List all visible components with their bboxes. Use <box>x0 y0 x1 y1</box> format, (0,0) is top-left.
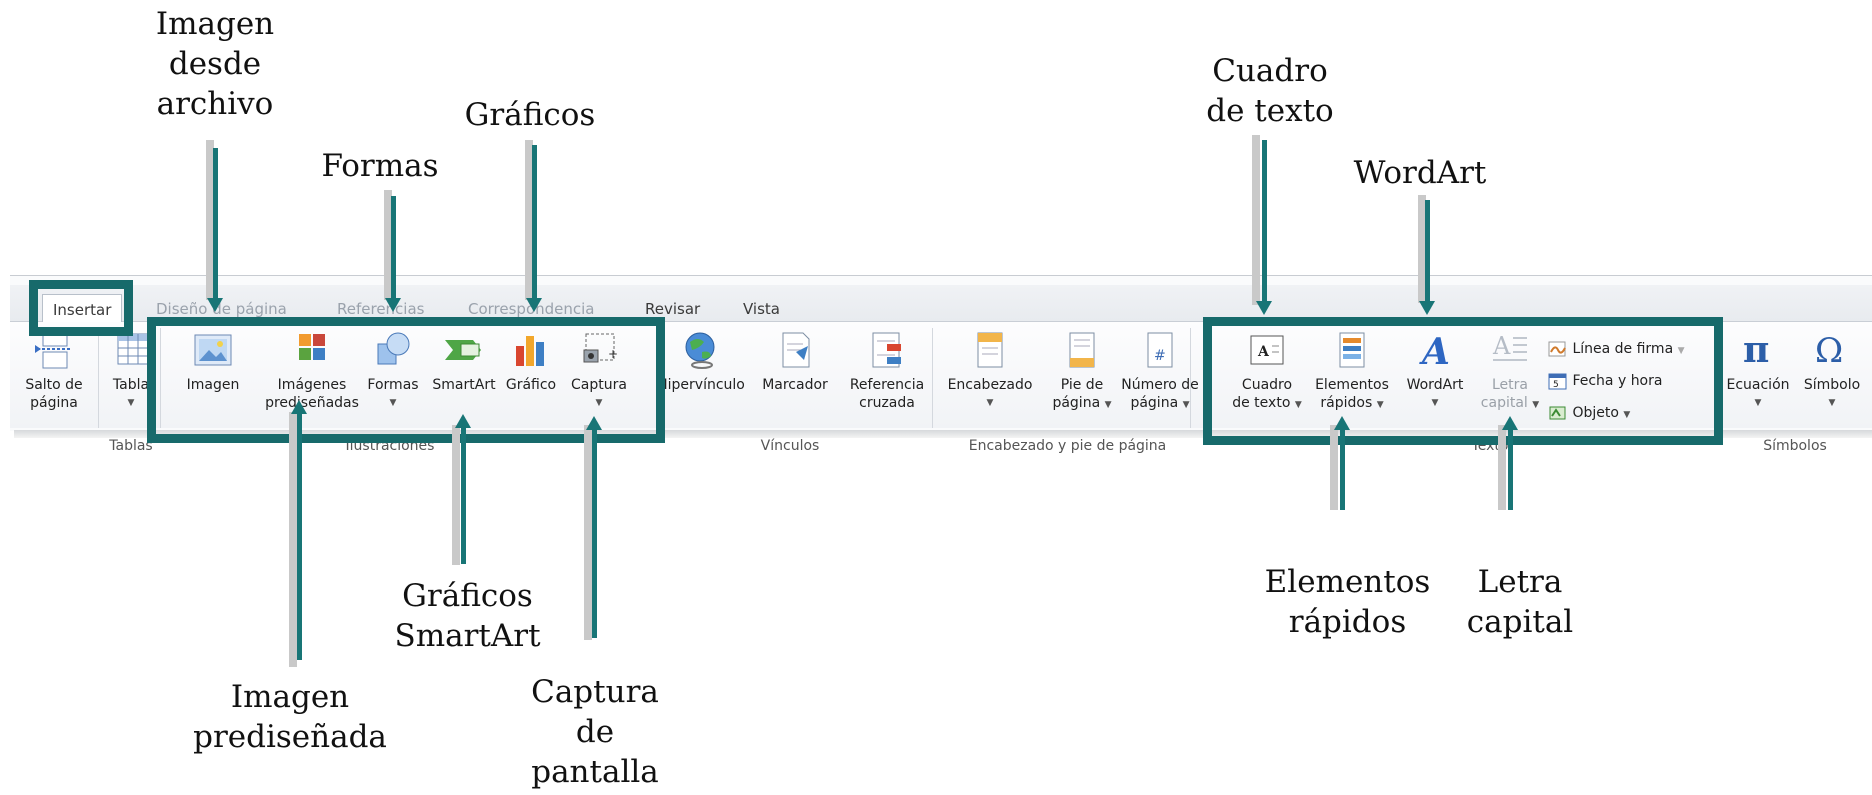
group-label-simbolos: Símbolos <box>1763 438 1827 454</box>
page-number-icon: # <box>1147 332 1173 368</box>
arrow-captura-de-pantalla <box>586 416 602 638</box>
annotation-formas: Formas <box>321 148 439 184</box>
hyperlink-globe-icon <box>685 332 715 369</box>
annotation-imagen-predisenada: Imagen prediseñada <box>193 679 387 755</box>
highlight-texto-group <box>1203 317 1723 445</box>
page-break-icon <box>35 331 71 369</box>
encabezado-button[interactable]: Encabezado ▼ <box>940 330 1040 412</box>
tab-referencias[interactable]: Referencias <box>337 300 424 318</box>
annotation-graficos-smartart: Gráficos SmartArt <box>394 578 541 654</box>
footer-icon <box>1069 332 1095 368</box>
annotation-imagen-desde-archivo: Imagen desde archivo <box>155 6 275 122</box>
arrow-shadow <box>1498 425 1506 510</box>
annotation-elementos-rapidos: Elementos rápidos <box>1264 564 1431 640</box>
group-label-encabezado: Encabezado y pie de página <box>968 438 1167 454</box>
referencia-cruzada-button[interactable]: Referencia cruzada <box>838 330 936 412</box>
cross-reference-icon <box>872 332 901 368</box>
tab-vista[interactable]: Vista <box>743 300 780 318</box>
arrow-imagen-desde-archivo <box>207 148 223 312</box>
arrow-shadow <box>289 412 297 667</box>
arrow-shadow <box>584 425 592 640</box>
salto-de-pagina-button[interactable]: Salto de página <box>14 330 94 412</box>
arrow-formas <box>385 196 401 312</box>
marcador-button[interactable]: Marcador <box>752 330 838 394</box>
omega-icon: Ω <box>1815 331 1843 370</box>
annotation-cuadro-de-texto: Cuadro de texto <box>1206 53 1334 129</box>
pi-icon: π <box>1743 330 1769 370</box>
svg-text:#: # <box>1154 348 1166 364</box>
annotation-captura-de-pantalla: Captura de pantalla <box>531 674 659 790</box>
group-separator <box>98 328 99 428</box>
arrow-letra-capital <box>1502 416 1518 510</box>
header-icon <box>977 332 1003 368</box>
arrow-graficos <box>526 145 542 312</box>
arrow-graficos-smartart <box>455 414 471 564</box>
svg-text:π: π <box>1743 330 1769 370</box>
annotation-graficos: Gráficos <box>464 97 596 133</box>
arrow-cuadro-de-texto <box>1256 140 1272 315</box>
arrow-imagen-predisenada <box>291 400 307 660</box>
group-label-vinculos: Vínculos <box>760 438 820 454</box>
tab-revisar[interactable]: Revisar <box>645 300 700 318</box>
annotation-letra-capital: Letra capital <box>1466 564 1574 640</box>
arrow-elementos-rapidos <box>1334 416 1350 510</box>
table-icon <box>117 333 149 365</box>
highlight-insertar-tab <box>29 280 133 336</box>
ecuacion-button[interactable]: π Ecuación ▼ <box>1720 330 1796 412</box>
numero-de-pagina-button[interactable]: # Número de página ▼ <box>1116 330 1204 414</box>
pie-de-pagina-button[interactable]: Pie de página ▼ <box>1046 330 1118 414</box>
arrow-wordart <box>1419 200 1435 315</box>
arrow-shadow <box>1330 425 1338 510</box>
svg-text:Ω: Ω <box>1815 331 1843 370</box>
bookmark-icon <box>782 332 810 368</box>
annotation-wordart: WordArt <box>1353 155 1487 191</box>
arrow-shadow <box>452 425 460 565</box>
simbolo-button[interactable]: Ω Símbolo ▼ <box>1796 330 1868 412</box>
arrow-shadow <box>1252 135 1260 305</box>
